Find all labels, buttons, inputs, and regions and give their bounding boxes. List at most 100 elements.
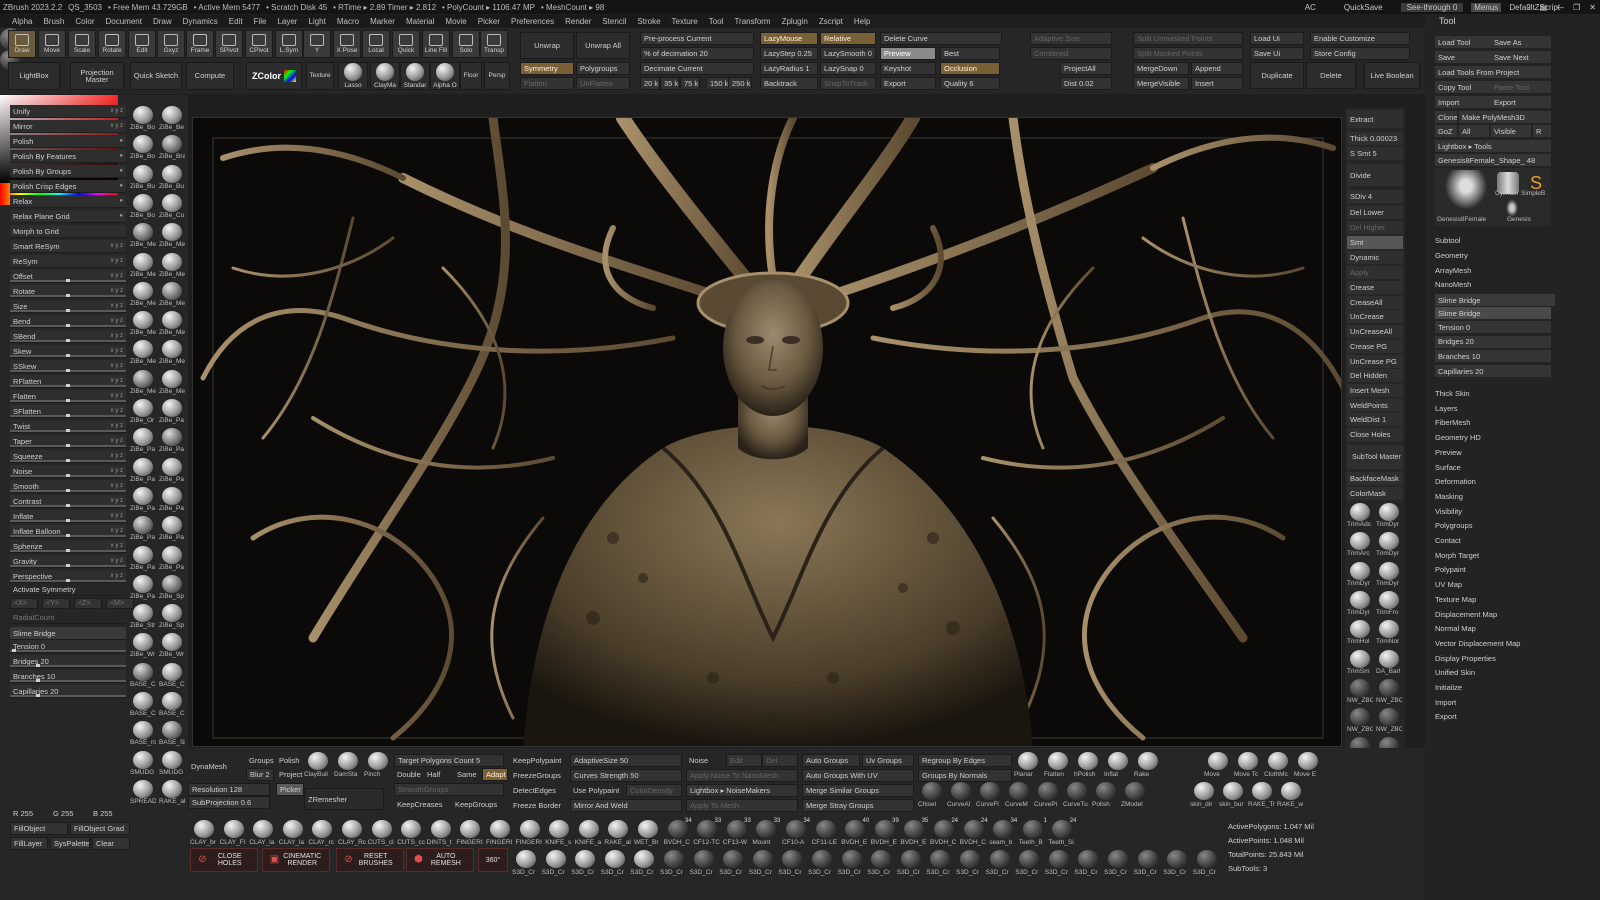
sculpt-brush-5[interactable]: Move (1204, 750, 1232, 778)
trim-brush-thumbnail[interactable]: TrimHol (1347, 619, 1373, 645)
slider-knob[interactable] (66, 474, 70, 477)
append-button[interactable]: Append (1191, 62, 1243, 75)
tool-paste-tool[interactable]: Paste Tool (1491, 81, 1551, 93)
brush-thumbnail[interactable]: ZiBe_Pa (159, 398, 185, 424)
keyshot-button[interactable]: Keyshot (880, 62, 936, 75)
genesis-figure-thumb[interactable] (1439, 170, 1493, 216)
keepgroups-button[interactable]: KeepGroups (452, 798, 508, 811)
color-b-value[interactable]: B 255 (90, 808, 128, 819)
symmetry-axis-0[interactable]: <X> (10, 598, 38, 609)
subtool-master-button[interactable]: SubTool Master (1347, 445, 1403, 469)
brush-thumbnail[interactable]: ZiBe_Pa (130, 457, 156, 483)
brush-thumbnail[interactable]: ZiBe_Pa (130, 486, 156, 512)
menu-preferences[interactable]: Preferences (511, 17, 554, 26)
color-r-value[interactable]: R 255 (10, 808, 48, 819)
trim-brush-thumbnail[interactable]: TrimSm (1347, 649, 1373, 675)
tool-section-unified-skin[interactable]: Unified Skin (1435, 668, 1475, 677)
menu-marker[interactable]: Marker (370, 17, 395, 26)
menu-texture[interactable]: Texture (672, 17, 698, 26)
curves-strength-slider[interactable]: Curves Strength 50 (570, 769, 682, 782)
geometry-del-hidden[interactable]: Del Hidden (1347, 369, 1403, 383)
curve-brush-10[interactable]: RAKE_Tr (1248, 780, 1276, 808)
fillobject-grad-button[interactable]: FillObject Grad (70, 822, 130, 835)
menu-dynamics[interactable]: Dynamics (183, 17, 218, 26)
brush-thumbnail[interactable]: BASE_Cl (130, 691, 156, 717)
deformation-smooth[interactable]: Smooth x y z (10, 480, 126, 493)
delete-button[interactable]: Delete (1306, 62, 1356, 89)
s3d-brush-22[interactable]: S3D_Cr (1163, 848, 1191, 876)
s3d-brush-15[interactable]: S3D_Cr (956, 848, 984, 876)
decimate-size-1[interactable]: 35 k (660, 77, 680, 90)
brush-thumbnail[interactable]: ZiBe_Or (130, 398, 156, 424)
lazysnap-slider[interactable]: LazySnap 0 (820, 62, 876, 75)
tool-section-import[interactable]: Import (1435, 698, 1456, 707)
brush-row1-0[interactable]: CLAY_br (190, 818, 218, 846)
decimate-size-0[interactable]: 20 k (640, 77, 660, 90)
s3d-brush-4[interactable]: S3D_Cr (630, 848, 658, 876)
ac-label[interactable]: AC (1305, 3, 1316, 12)
slime-bridge-button[interactable]: Slime Bridge (1435, 307, 1551, 319)
geometry-uncrease-pg[interactable]: UnCrease PG (1347, 354, 1403, 368)
curve-brush-1[interactable]: CurveAl (947, 780, 975, 808)
s3d-brush-13[interactable]: S3D_Cr (897, 848, 925, 876)
trim-brush-thumbnail[interactable]: NW_ZBC (1376, 678, 1402, 704)
s-smt-slider[interactable]: S Smt 5 (1347, 147, 1403, 160)
tool-section-visibility[interactable]: Visibility (1435, 507, 1462, 516)
polish-button[interactable]: Polish (276, 754, 304, 767)
brush-row1-20[interactable]: CF10-A 34 (782, 818, 810, 846)
deformation-squeeze[interactable]: Squeeze x y z (10, 450, 126, 463)
brush-thumbnail[interactable]: ZiBe_Me (130, 281, 156, 307)
tool-section-layers[interactable]: Layers (1435, 404, 1458, 413)
enable-customize-button[interactable]: Enable Customize (1310, 32, 1410, 45)
autogroups-button[interactable]: Auto Groups (802, 754, 860, 767)
tool-save-next[interactable]: Save Next (1491, 51, 1551, 63)
shelf-tool-move[interactable]: Move (38, 30, 66, 58)
snaptotrack-button[interactable]: SnapToTrack (820, 77, 876, 90)
menu-picker[interactable]: Picker (478, 17, 500, 26)
brush-row1-25[interactable]: BVDH_C 24 (930, 818, 958, 846)
bottom-action-reset-brushes[interactable]: ⊘ RESET BRUSHES (336, 848, 404, 872)
deformation-smart-resym[interactable]: Smart ReSym x y z (10, 240, 126, 253)
trim-brush-thumbnail[interactable]: TrimFro (1376, 590, 1402, 616)
sculpt-brush-7[interactable]: ClothMc (1264, 750, 1292, 778)
deformation-morph-to-grid[interactable]: Morph to Grid (10, 225, 126, 238)
duplicate-button[interactable]: Duplicate (1250, 62, 1304, 89)
picker-button[interactable]: Picker (276, 783, 304, 796)
layout-icon[interactable]: ▤ (1540, 3, 1548, 12)
deformation-twist[interactable]: Twist x y z (10, 420, 126, 433)
freezeborder-button[interactable]: Freeze Border (510, 799, 568, 812)
unwrap-button[interactable]: Unwrap (520, 32, 574, 59)
smoothgroups-slider[interactable]: SmoothGroups (394, 783, 504, 796)
mirror-and-weld-button[interactable]: Mirror And Weld (570, 799, 682, 812)
tool-section-initialize[interactable]: Initialize (1435, 683, 1462, 692)
clay-brush-2[interactable]: Pinch (364, 750, 392, 778)
shelf-floor[interactable]: Floor (460, 62, 482, 90)
deformation-resym[interactable]: ReSym x y z (10, 255, 126, 268)
load-ui-button[interactable]: Load Ui (1250, 32, 1304, 45)
dynamesh-button[interactable]: DynaMesh (188, 760, 244, 773)
geometry-uncreaseall[interactable]: UnCreaseAll (1347, 325, 1403, 339)
decimate-size-2[interactable]: 75 k (680, 77, 700, 90)
deformation-gravity[interactable]: Gravity x y z (10, 555, 126, 568)
menu-edit[interactable]: Edit (229, 17, 243, 26)
menu-color[interactable]: Color (75, 17, 94, 26)
shelf-alphao[interactable]: Alpha O (430, 62, 460, 90)
brush-row1-29[interactable]: Teeth_Si 24 (1048, 818, 1076, 846)
deformation-inflate-balloon[interactable]: Inflate Balloon x y z (10, 525, 126, 538)
trim-brush-thumbnail[interactable]: TrimDyr (1347, 590, 1373, 616)
double-button[interactable]: Double (394, 768, 424, 781)
shelf-tool-solo[interactable]: Solo (452, 30, 480, 58)
adapt-button[interactable]: Adapt (482, 768, 508, 781)
brush-thumbnail[interactable]: ZiBe_Me (159, 369, 185, 395)
bottom-action-auto-remesh[interactable]: ⬢ AUTO REMESH (406, 848, 474, 872)
apply-noise-nanomesh-button[interactable]: Apply Noise To NanoMesh (686, 769, 798, 782)
slider-knob[interactable] (66, 294, 70, 297)
brush-thumbnail[interactable]: ZiBe_Me (130, 252, 156, 278)
brush-thumbnail[interactable]: ZiBe_Pa (159, 515, 185, 541)
shelf-quicksketch[interactable]: Quick Sketch (130, 62, 182, 90)
tool-section-thick-skin[interactable]: Thick Skin (1435, 389, 1470, 398)
regroup-by-edges-button[interactable]: Regroup By Edges (918, 754, 1012, 767)
menu-layer[interactable]: Layer (277, 17, 297, 26)
apply-button[interactable]: Apply (1347, 266, 1403, 279)
brush-thumbnail[interactable]: ZiBe_Cu (159, 193, 185, 219)
